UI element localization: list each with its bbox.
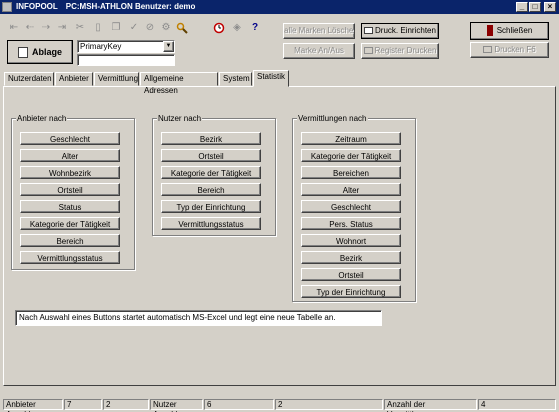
nutzer-ortsteil-button[interactable]: Ortsteil: [161, 149, 261, 162]
key-select-value: PrimaryKey: [80, 42, 122, 51]
ablage-icon: [17, 47, 28, 59]
vermittlungen-zeitraum-button[interactable]: Zeitraum: [301, 132, 401, 145]
window-title: PC:MSH-ATHLON Benutzer: demo: [65, 2, 196, 11]
nutzer-typ-einrichtung-button[interactable]: Typ der Einrichtung: [161, 200, 261, 213]
anbieter-alter-button[interactable]: Alter: [20, 149, 120, 162]
settings-icon[interactable]: ⚙: [160, 22, 172, 34]
tab-system[interactable]: System: [219, 72, 252, 86]
druck-einrichten-label: Druck. Einrichten: [375, 26, 436, 35]
status-cell-2: 2: [103, 399, 149, 410]
anbieter-kategorie-button[interactable]: Kategorie der Tätigkeit: [20, 217, 120, 230]
check-icon[interactable]: ✓: [128, 22, 140, 34]
schliessen-button[interactable]: Schließen: [470, 22, 549, 40]
close-button[interactable]: ×: [544, 2, 556, 12]
last-record-icon[interactable]: ⇥: [56, 22, 68, 34]
door-exit-icon: [486, 25, 493, 37]
vermittlungen-group-title: Vermittlungen nach: [297, 114, 368, 123]
nutzer-vermittlungsstatus-button[interactable]: Vermittlungsstatus: [161, 217, 261, 230]
tab-nutzerdaten[interactable]: Nutzerdaten: [4, 72, 54, 86]
vermittlungen-count-value: 4: [478, 399, 556, 410]
anbieter-count-value: 7: [64, 399, 102, 410]
drucken-f6-label: Drucken F6: [494, 45, 536, 54]
vermittlungen-pers-status-button[interactable]: Pers. Status: [301, 217, 401, 230]
vermittlungen-ortsteil-button[interactable]: Ortsteil: [301, 268, 401, 281]
nutzer-kategorie-button[interactable]: Kategorie der Tätigkeit: [161, 166, 261, 179]
minimize-button[interactable]: _: [516, 2, 528, 12]
cancel-icon[interactable]: ⊘: [144, 22, 156, 34]
anbieter-group: Anbieter nach Geschlecht Alter Wohnbezir…: [11, 114, 135, 270]
copy-icon[interactable]: ❐: [110, 22, 122, 34]
register-drucken-button[interactable]: Register Drucken: [361, 43, 439, 59]
anbieter-vermittlungsstatus-button[interactable]: Vermittlungsstatus: [20, 251, 120, 264]
status-cell-4: 2: [275, 399, 383, 410]
first-record-icon[interactable]: ⇤: [8, 22, 20, 34]
anbieter-ortsteil-button[interactable]: Ortsteil: [20, 183, 120, 196]
register-drucken-label: Register Drucken: [374, 46, 437, 55]
printer-icon: [483, 46, 493, 54]
nutzer-group: Nutzer nach Bezirk Ortsteil Kategorie de…: [152, 114, 276, 236]
anbieter-geschlecht-button[interactable]: Geschlecht: [20, 132, 120, 145]
key-select[interactable]: PrimaryKey ▼: [77, 40, 175, 53]
maximize-button[interactable]: □: [529, 2, 541, 12]
vermittlungen-bezirk-button[interactable]: Bezirk: [301, 251, 401, 264]
vermittlungen-alter-button[interactable]: Alter: [301, 183, 401, 196]
tab-vermittlung[interactable]: Vermittlung: [94, 72, 139, 86]
app-icon: [2, 2, 12, 12]
ablage-button[interactable]: Ablage: [7, 40, 73, 64]
drucken-f6-button[interactable]: Drucken F6: [470, 42, 549, 58]
tab-anbieter[interactable]: Anbieter: [55, 72, 93, 86]
nutzer-bereich-button[interactable]: Bereich: [161, 183, 261, 196]
cut-icon[interactable]: ✂: [74, 22, 86, 34]
tab-statistik[interactable]: Statistik: [253, 70, 289, 87]
nutzer-count-label: Nutzer Anzahl:: [150, 399, 203, 412]
vermittlungen-count-label: Anzahl der Vermittlungen:: [384, 399, 477, 412]
app-name: INFOPOOL: [16, 2, 58, 11]
nutzer-count-value: 6: [204, 399, 274, 410]
delete-icon[interactable]: ▯: [92, 22, 104, 34]
printer-icon: [364, 27, 374, 35]
vermittlungen-typ-einrichtung-button[interactable]: Typ der Einrichtung: [301, 285, 401, 298]
anbieter-bereich-button[interactable]: Bereich: [20, 234, 120, 247]
schliessen-label: Schließen: [496, 26, 533, 35]
nutzer-group-title: Nutzer nach: [157, 114, 203, 123]
alle-marken-loeschen-button[interactable]: alle Marken Löschen: [283, 23, 355, 39]
nutzer-bezirk-button[interactable]: Bezirk: [161, 132, 261, 145]
ablage-label: Ablage: [31, 47, 62, 57]
vermittlungen-kategorie-button[interactable]: Kategorie der Tätigkeit: [301, 149, 401, 162]
anbieter-status-button[interactable]: Status: [20, 200, 120, 213]
tab-allgemeine-adressen[interactable]: Allgemeine Adressen: [140, 72, 218, 95]
printer-icon: [363, 47, 373, 55]
vermittlungen-bereichen-button[interactable]: Bereichen: [301, 166, 401, 179]
info-text: Nach Auswahl eines Buttons startet autom…: [15, 310, 382, 326]
chevron-down-icon[interactable]: ▼: [163, 41, 174, 52]
clock-icon[interactable]: [213, 22, 225, 34]
next-record-icon[interactable]: ⇢: [40, 22, 52, 34]
druck-einrichten-button[interactable]: Druck. Einrichten: [361, 23, 439, 39]
anbieter-count-label: Anbieter Anzahl:: [3, 399, 63, 412]
vermittlungen-wohnort-button[interactable]: Wohnort: [301, 234, 401, 247]
vermittlungen-geschlecht-button[interactable]: Geschlecht: [301, 200, 401, 213]
anbieter-wohnbezirk-button[interactable]: Wohnbezirk: [20, 166, 120, 179]
marke-an-aus-button[interactable]: Marke An/Aus: [283, 43, 355, 59]
tag-icon[interactable]: ◈: [231, 22, 243, 34]
title-bar[interactable]: INFOPOOL PC:MSH-ATHLON Benutzer: demo _ □…: [0, 0, 559, 14]
help-icon[interactable]: ?: [249, 22, 261, 34]
vermittlungen-group: Vermittlungen nach Zeitraum Kategorie de…: [292, 114, 416, 302]
prev-record-icon[interactable]: ⇠: [24, 22, 36, 34]
search-icon[interactable]: [176, 22, 188, 34]
key-input[interactable]: [77, 54, 175, 66]
anbieter-group-title: Anbieter nach: [16, 114, 68, 123]
